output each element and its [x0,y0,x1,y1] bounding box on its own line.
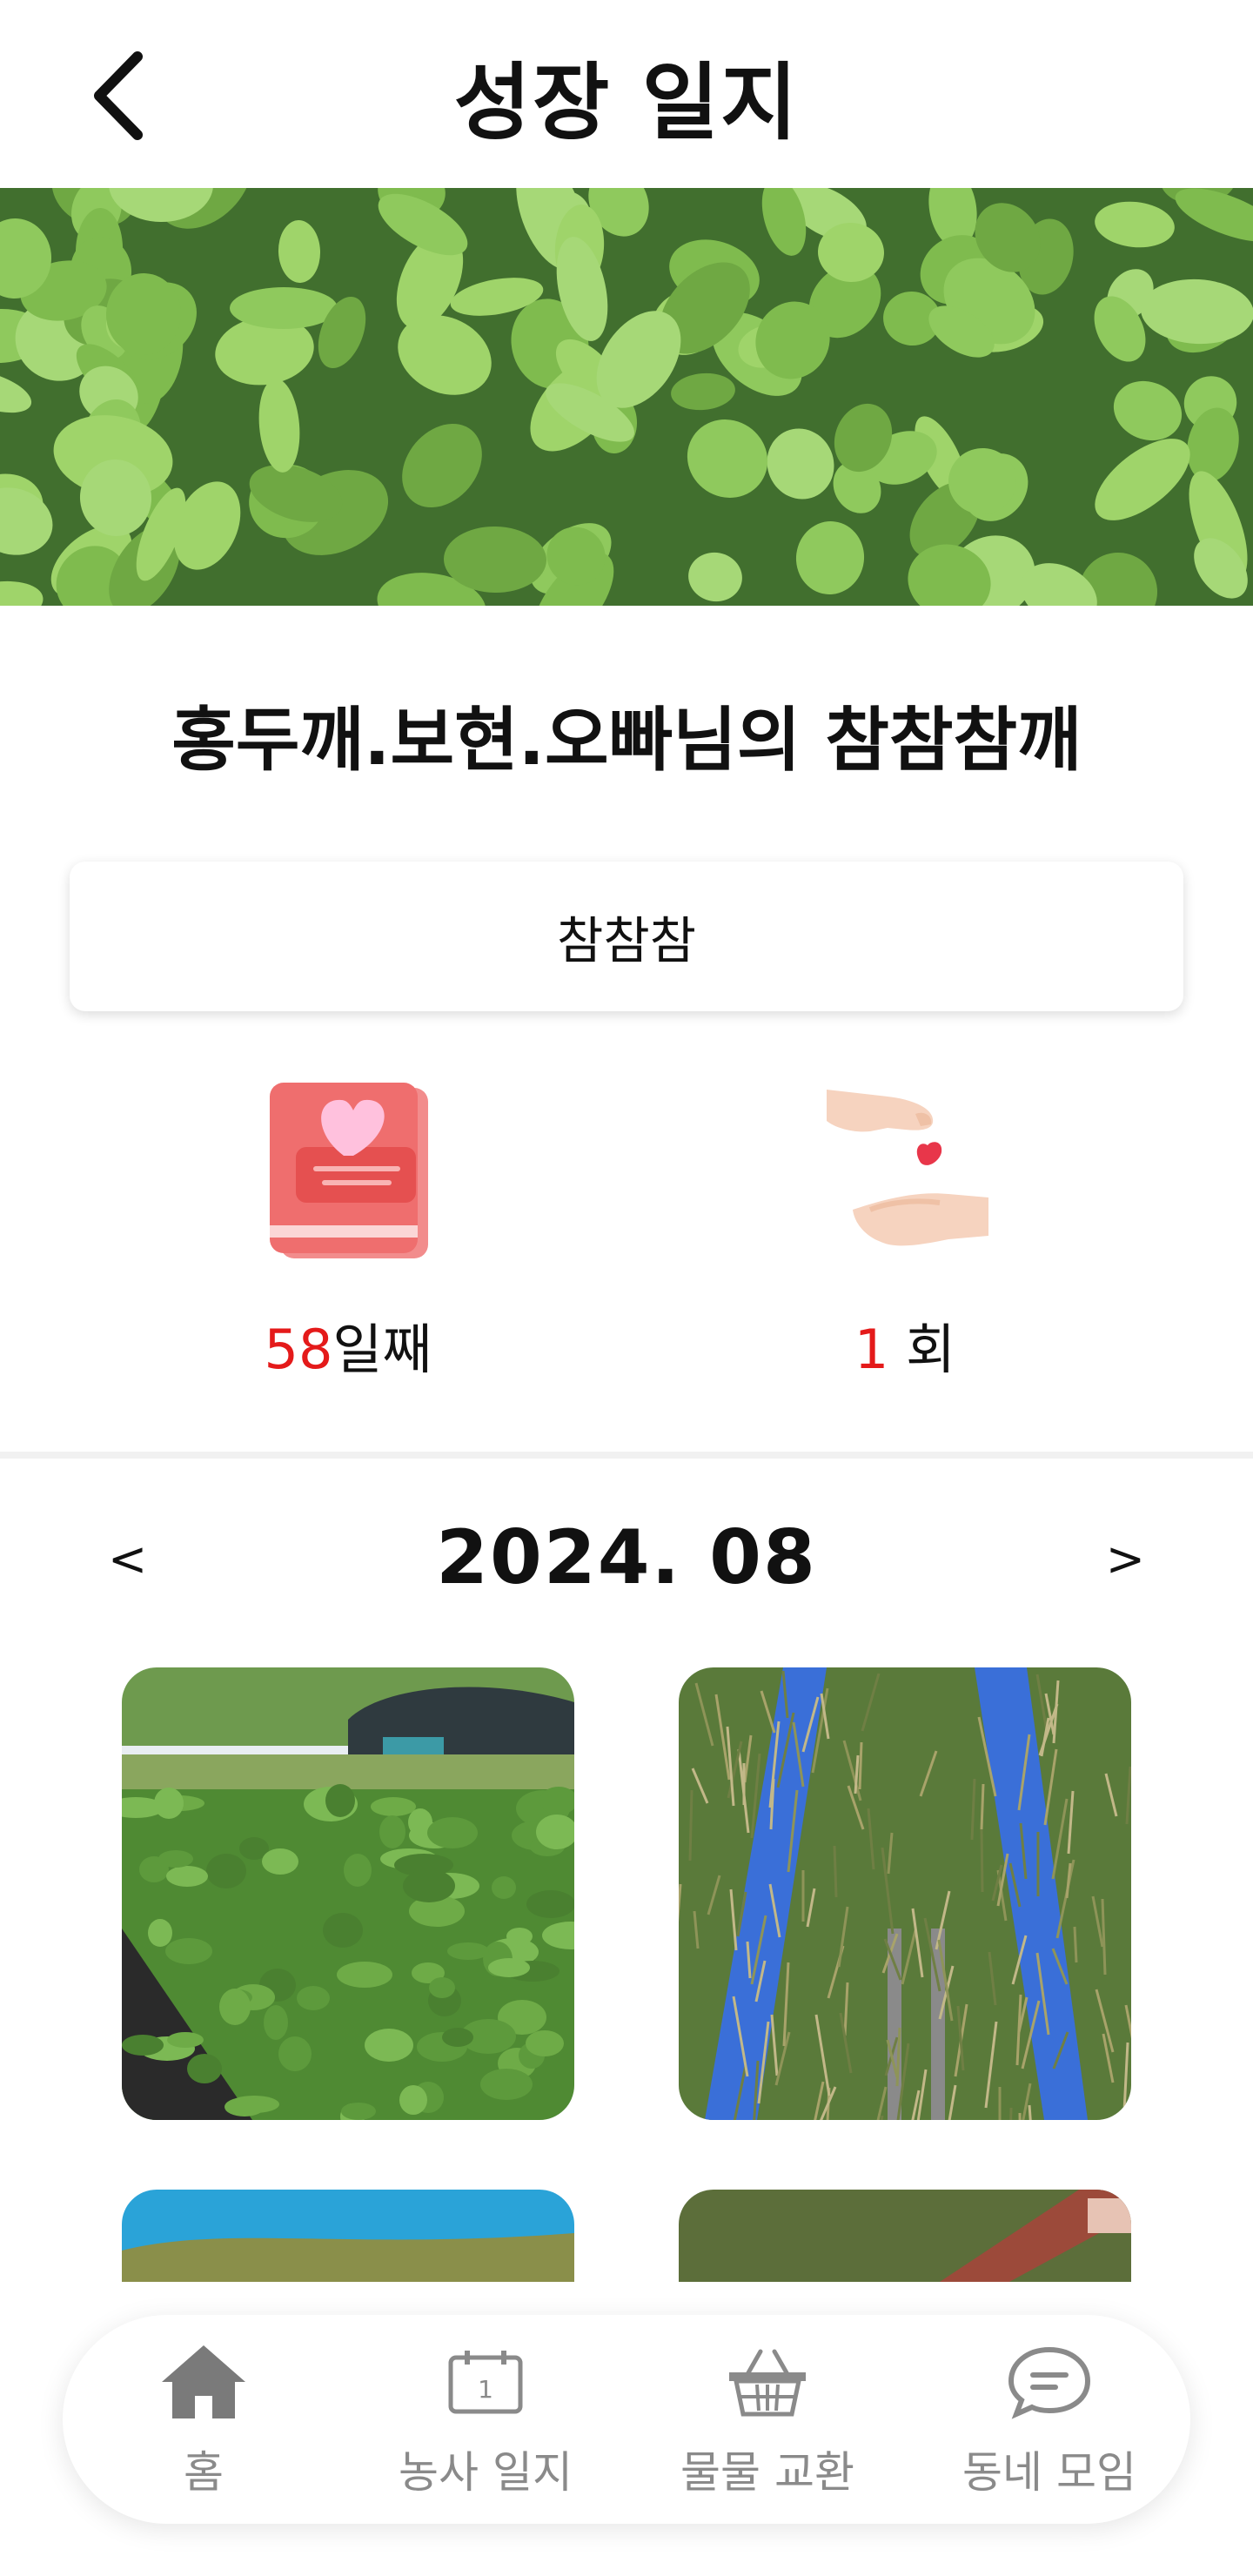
diary-photo[interactable] [122,1667,574,2120]
nav-label: 농사 일지 [399,2447,573,2498]
nav-label: 홈 [184,2447,224,2498]
days-stat: 58일째 [191,1079,505,1384]
bottom-navigation: 홈 1 농사 일지 물물 교환 동네 모임 [63,2315,1190,2524]
nav-label: 물물 교환 [680,2447,854,2498]
days-suffix: 일째 [332,1318,432,1381]
giving-heart-hands-icon [818,1079,992,1262]
nav-barter[interactable]: 물물 교환 [626,2315,908,2524]
diary-photo[interactable] [122,2190,574,2282]
share-count: 1 [854,1318,889,1381]
hero-plant-image [0,188,1253,606]
next-month-button[interactable]: > [1106,1532,1145,1587]
header: 성장 일지 [0,0,1253,188]
chat-icon [1002,2338,1097,2425]
days-count: 58 [264,1318,333,1381]
share-suffix: 회 [888,1318,956,1381]
nav-community[interactable]: 동네 모임 [908,2315,1190,2524]
month-label: 2024. 08 [436,1514,817,1601]
calendar-icon: 1 [438,2338,533,2425]
month-navigator: < 2024. 08 > [0,1514,1253,1610]
section-divider [0,1452,1253,1459]
memo-card[interactable]: 참참참 [70,862,1183,1011]
nav-farm-diary[interactable]: 1 농사 일지 [345,2315,626,2524]
plant-name: 홍두깨.보현.오빠님의 참참참깨 [171,700,1082,781]
diary-photo[interactable] [679,1667,1131,2120]
basket-icon [720,2338,815,2425]
home-icon [156,2338,251,2425]
share-stat: 1 회 [748,1079,1062,1384]
nav-home[interactable]: 홈 [63,2315,345,2524]
svg-text:1: 1 [478,2375,493,2404]
diary-photo[interactable] [679,2190,1131,2282]
diary-book-icon [261,1079,435,1262]
page-title: 성장 일지 [453,54,800,151]
nav-label: 동네 모임 [962,2447,1136,2498]
